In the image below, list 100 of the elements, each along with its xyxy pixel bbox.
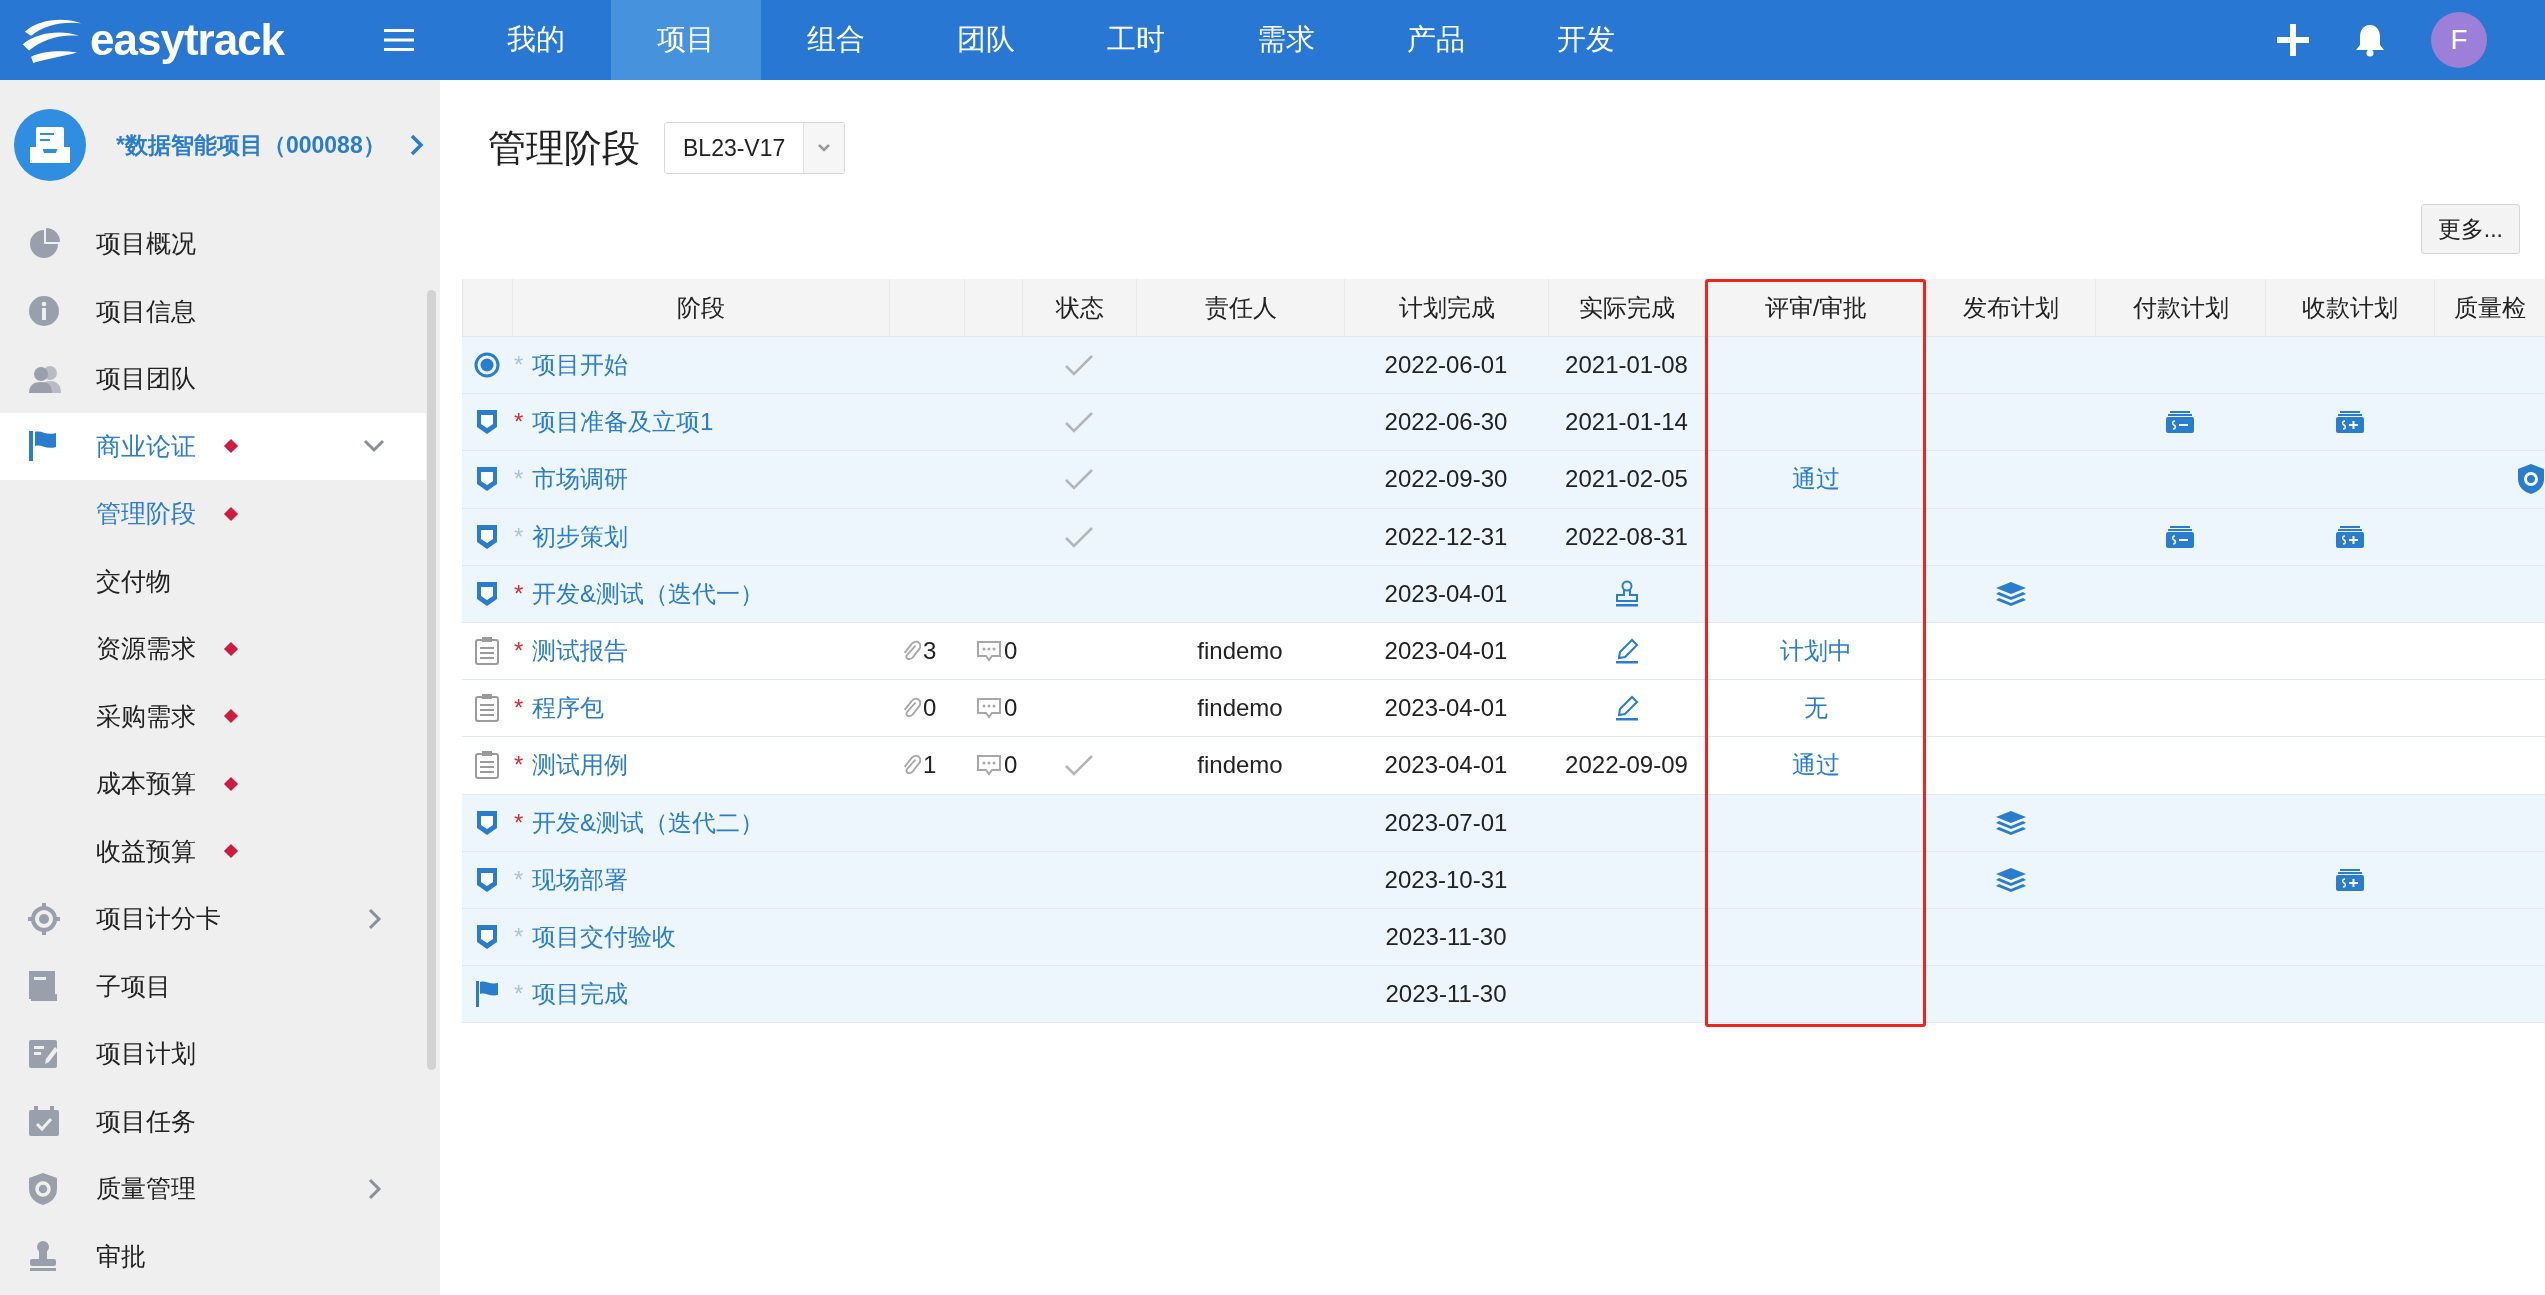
pencil-icon[interactable] bbox=[1613, 637, 1640, 666]
nav-tab[interactable]: 团队 bbox=[911, 0, 1061, 80]
table-row[interactable]: * 市场调研 2022-09-30 2021-02-05 通过 bbox=[462, 451, 2545, 509]
stage-link[interactable]: 现场部署 bbox=[532, 863, 628, 896]
sidebar-item-label: 项目任务 bbox=[96, 1105, 196, 1137]
table-row[interactable]: * 现场部署 2023-10-31 bbox=[462, 851, 2545, 909]
project-name[interactable]: *数据智能项目（000088） bbox=[116, 129, 386, 161]
add-icon[interactable] bbox=[2277, 24, 2309, 56]
table-row[interactable]: * 项目交付验收 2023-11-30 bbox=[462, 908, 2545, 967]
stage-link[interactable]: 开发&测试（迭代二） bbox=[532, 806, 764, 839]
sidebar-item[interactable]: 商业论证 bbox=[0, 412, 426, 480]
money-icon[interactable] bbox=[2165, 410, 2195, 435]
nav-tab[interactable]: 组合 bbox=[761, 0, 911, 80]
stage-link[interactable]: 项目交付验收 bbox=[532, 920, 676, 953]
menu-icon[interactable] bbox=[384, 28, 414, 52]
stage-link[interactable]: 程序包 bbox=[532, 692, 604, 725]
money-icon[interactable] bbox=[2334, 410, 2365, 435]
review-status-link[interactable]: 无 bbox=[1803, 692, 1828, 725]
stage-link[interactable]: 开发&测试（迭代一） bbox=[532, 577, 764, 610]
table-cell: 2022-12-31 bbox=[1384, 522, 1508, 551]
column-header[interactable]: 阶段 bbox=[512, 279, 889, 336]
calendar-check-icon bbox=[28, 1105, 60, 1138]
table-row[interactable]: * 项目开始 2022-06-01 2021-01-08 bbox=[462, 337, 2545, 395]
column-header[interactable]: 发布计划 bbox=[1926, 279, 2095, 336]
review-status-link[interactable]: 计划中 bbox=[1779, 635, 1852, 668]
table-row[interactable]: * 项目准备及立项1 2022-06-30 2021-01-14 bbox=[462, 394, 2545, 452]
review-status-link[interactable]: 通过 bbox=[1791, 749, 1840, 782]
project-avatar-icon bbox=[14, 109, 86, 181]
sidebar-subitem[interactable]: 收益预算 bbox=[0, 817, 426, 885]
review-status-link[interactable]: 通过 bbox=[1791, 463, 1840, 496]
table-row[interactable]: * 开发&测试（迭代一） 2023-04-01 bbox=[462, 565, 2545, 623]
nav-tab[interactable]: 需求 bbox=[1211, 0, 1361, 80]
comment-icon[interactable] bbox=[976, 639, 1002, 664]
nav-tab[interactable]: 我的 bbox=[461, 0, 611, 80]
sidebar-item-label: 收益预算 bbox=[96, 835, 196, 867]
column-header[interactable]: 责任人 bbox=[1136, 279, 1344, 336]
notification-bell-icon[interactable] bbox=[2355, 23, 2385, 57]
sidebar-subitem[interactable]: 资源需求 bbox=[0, 615, 426, 683]
column-header[interactable]: 状态 bbox=[1022, 279, 1136, 336]
required-mark: * bbox=[514, 522, 525, 551]
sidebar-item[interactable]: 项目概况 bbox=[0, 210, 426, 278]
required-mark: * bbox=[514, 865, 525, 894]
required-mark: * bbox=[514, 808, 525, 837]
baseline-dropdown[interactable]: BL23-V17 bbox=[664, 122, 846, 174]
column-header[interactable]: 付款计划 bbox=[2095, 279, 2265, 336]
sidebar-item[interactable]: 项目信息 bbox=[0, 277, 426, 345]
table-row[interactable]: * 初步策划 2022-12-31 2022-08-31 bbox=[462, 508, 2545, 566]
column-header[interactable]: 评审/审批 bbox=[1705, 279, 1926, 336]
table-cell: 2023-10-31 bbox=[1384, 865, 1508, 894]
sidebar-item-label: 审批 bbox=[96, 1240, 146, 1272]
comment-icon[interactable] bbox=[976, 753, 1002, 778]
sidebar-item[interactable]: 子项目 bbox=[0, 952, 426, 1020]
layers-icon[interactable] bbox=[1994, 809, 2027, 836]
pencil-icon[interactable] bbox=[1613, 694, 1640, 723]
scrollbar[interactable] bbox=[427, 290, 436, 1070]
stage-link[interactable]: 项目准备及立项1 bbox=[532, 406, 714, 439]
table-row[interactable]: * 项目完成 2023-11-30 bbox=[462, 966, 2545, 1024]
comment-count: 0 bbox=[1004, 637, 1018, 666]
sidebar-item[interactable]: 项目任务 bbox=[0, 1087, 426, 1155]
stage-link[interactable]: 市场调研 bbox=[532, 463, 628, 496]
table-row[interactable]: * 开发&测试（迭代二） 2023-07-01 bbox=[462, 794, 2545, 852]
stamp-icon[interactable] bbox=[1613, 579, 1640, 608]
comment-icon[interactable] bbox=[976, 696, 1002, 721]
sidebar-item[interactable]: 项目团队 bbox=[0, 345, 426, 413]
shield-icon[interactable] bbox=[2517, 463, 2545, 496]
stage-link[interactable]: 项目完成 bbox=[532, 978, 628, 1011]
column-header[interactable]: 实际完成 bbox=[1548, 279, 1705, 336]
required-mark: * bbox=[514, 408, 525, 437]
stage-link[interactable]: 项目开始 bbox=[532, 349, 628, 382]
column-header[interactable]: 收款计划 bbox=[2265, 279, 2434, 336]
column-header[interactable]: 质量检 bbox=[2434, 279, 2545, 336]
layers-icon[interactable] bbox=[1994, 580, 2027, 607]
clipboard-icon bbox=[475, 751, 499, 780]
layers-icon[interactable] bbox=[1994, 866, 2027, 893]
money-icon[interactable] bbox=[2165, 524, 2195, 549]
sidebar-item[interactable]: 审批 bbox=[0, 1222, 426, 1290]
comment-count: 0 bbox=[1004, 694, 1018, 723]
sidebar-subitem[interactable]: 交付物 bbox=[0, 547, 426, 615]
table-cell: 2021-02-05 bbox=[1565, 465, 1688, 494]
stamp-icon bbox=[28, 1240, 58, 1273]
column-header[interactable]: 计划完成 bbox=[1344, 279, 1548, 336]
nav-tab[interactable]: 工时 bbox=[1061, 0, 1211, 80]
sidebar-subitem[interactable]: 采购需求 bbox=[0, 682, 426, 750]
required-mark: * bbox=[514, 579, 525, 608]
stage-link[interactable]: 初步策划 bbox=[532, 520, 628, 553]
money-icon[interactable] bbox=[2334, 867, 2365, 892]
sidebar-subitem[interactable]: 管理阶段 bbox=[0, 480, 426, 548]
nav-tab[interactable]: 产品 bbox=[1361, 0, 1511, 80]
sidebar-item[interactable]: 项目计分卡 bbox=[0, 885, 426, 953]
table-cell: 2022-06-01 bbox=[1384, 351, 1508, 380]
nav-tab[interactable]: 开发 bbox=[1511, 0, 1661, 80]
stage-link[interactable]: 测试用例 bbox=[532, 749, 628, 782]
sidebar-item[interactable]: 质量管理 bbox=[0, 1155, 426, 1223]
sidebar-item[interactable]: 项目计划 bbox=[0, 1020, 426, 1088]
more-button[interactable]: 更多... bbox=[2420, 204, 2520, 254]
sidebar-subitem[interactable]: 成本预算 bbox=[0, 750, 426, 818]
chevron-right-icon[interactable] bbox=[409, 134, 424, 156]
logo-text: easytrack bbox=[90, 15, 285, 65]
money-icon[interactable] bbox=[2334, 524, 2365, 549]
stage-link[interactable]: 测试报告 bbox=[532, 635, 628, 668]
